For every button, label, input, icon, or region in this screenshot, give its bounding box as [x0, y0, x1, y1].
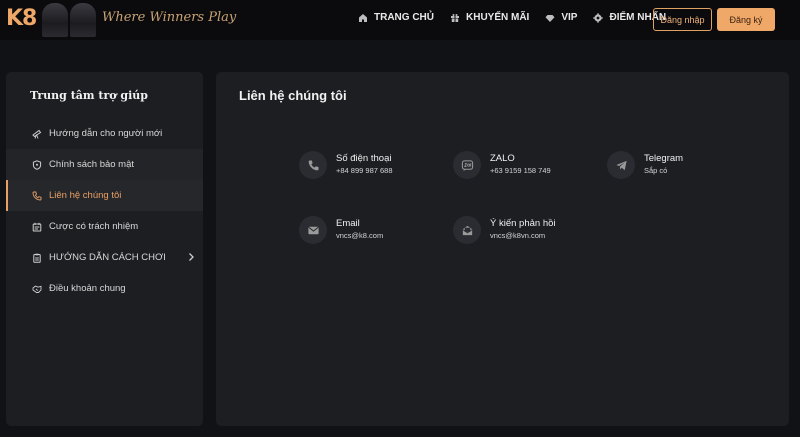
nav-item-vip[interactable]: VIP — [545, 12, 577, 23]
phone-icon — [32, 191, 42, 201]
nav-item-home[interactable]: TRANG CHỦ — [358, 12, 434, 23]
contact-value: vncs@k8vn.com — [490, 231, 546, 240]
sidebar-item-label: Hướng dẫn cho người mới — [49, 128, 163, 139]
contact-label: Email — [336, 218, 360, 229]
sidebar-item-label: Liên hệ chúng tôi — [49, 190, 122, 201]
contact-telegram[interactable]: Telegram Sắp có — [607, 151, 683, 179]
phone-icon — [299, 151, 327, 179]
sidebar-item-label: Điều khoản chung — [49, 283, 126, 294]
sidebar-item-how-to-play[interactable]: HƯỚNG DẪN CÁCH CHƠI — [6, 242, 203, 273]
handshake-icon — [32, 284, 42, 294]
register-button[interactable]: Đăng ký — [717, 8, 775, 31]
contact-value: +84 899 987 688 — [336, 166, 393, 175]
sidebar-item-label: Chính sách bảo mật — [49, 159, 135, 170]
star-gear-icon — [593, 12, 604, 23]
sidebar-item-responsible-gaming[interactable]: Cược có trách nhiệm — [6, 211, 203, 242]
sidebar-title: Trung tâm trợ giúp — [30, 89, 148, 102]
contact-panel: Liên hệ chúng tôi Số điện thoại +84 899 … — [216, 72, 789, 426]
chevron-right-icon[interactable] — [187, 252, 195, 262]
main-nav: TRANG CHỦ KHUYẾN MÃI VIP ĐIỂM NHẤN — [358, 12, 666, 23]
sidebar-item-terms[interactable]: Điều khoản chung — [6, 273, 203, 304]
scale-icon — [32, 222, 42, 232]
sidebar-item-label: Cược có trách nhiệm — [49, 221, 139, 232]
sidebar-item-beginner-guide[interactable]: Hướng dẫn cho người mới — [6, 118, 203, 149]
contact-email[interactable]: Email vncs@k8.com — [299, 216, 383, 244]
contact-phone[interactable]: Số điện thoại +84 899 987 688 — [299, 151, 393, 179]
feedback-icon — [453, 216, 481, 244]
contact-value: Sắp có — [644, 166, 668, 175]
page-title: Liên hệ chúng tôi — [239, 88, 347, 103]
gift-icon — [450, 13, 460, 23]
brand-tagline: Where Winners Play — [102, 10, 237, 25]
diamond-icon — [545, 13, 555, 23]
contact-value: +63 9159 158 749 — [490, 166, 551, 175]
nav-item-promotions[interactable]: KHUYẾN MÃI — [450, 12, 529, 23]
sidebar-item-contact-us[interactable]: Liên hệ chúng tôi — [6, 180, 203, 211]
shield-icon — [32, 159, 42, 170]
contact-label: Số điện thoại — [336, 153, 392, 164]
login-button[interactable]: Đăng nhập — [653, 8, 712, 31]
sidebar-item-privacy-policy[interactable]: Chính sách bảo mật — [6, 149, 203, 180]
top-header: K8 Where Winners Play TRANG CHỦ KHUYẾN M… — [0, 0, 800, 40]
contact-value: vncs@k8.com — [336, 231, 384, 240]
brand-logo[interactable]: K8 — [6, 6, 37, 31]
ambassador-image — [42, 3, 98, 37]
contact-zalo[interactable]: ZALO +63 9159 158 749 — [453, 151, 551, 179]
contact-feedback[interactable]: Ý kiến phản hồi vncs@k8vn.com — [453, 216, 556, 244]
contact-label: Ý kiến phản hồi — [490, 218, 556, 229]
email-icon — [299, 216, 327, 244]
zalo-icon — [453, 151, 481, 179]
contact-label: Telegram — [644, 153, 684, 164]
nav-label: VIP — [561, 12, 578, 23]
nav-label: TRANG CHỦ — [374, 12, 434, 23]
telescope-icon — [32, 129, 42, 139]
clipboard-icon — [32, 253, 42, 263]
contact-label: ZALO — [490, 153, 515, 164]
nav-label: KHUYẾN MÃI — [466, 12, 530, 23]
sidebar-item-label: HƯỚNG DẪN CÁCH CHƠI — [49, 252, 166, 263]
help-center-sidebar: Trung tâm trợ giúp Hướng dẫn cho người m… — [6, 72, 203, 426]
home-icon — [358, 13, 368, 23]
telegram-icon — [607, 151, 635, 179]
